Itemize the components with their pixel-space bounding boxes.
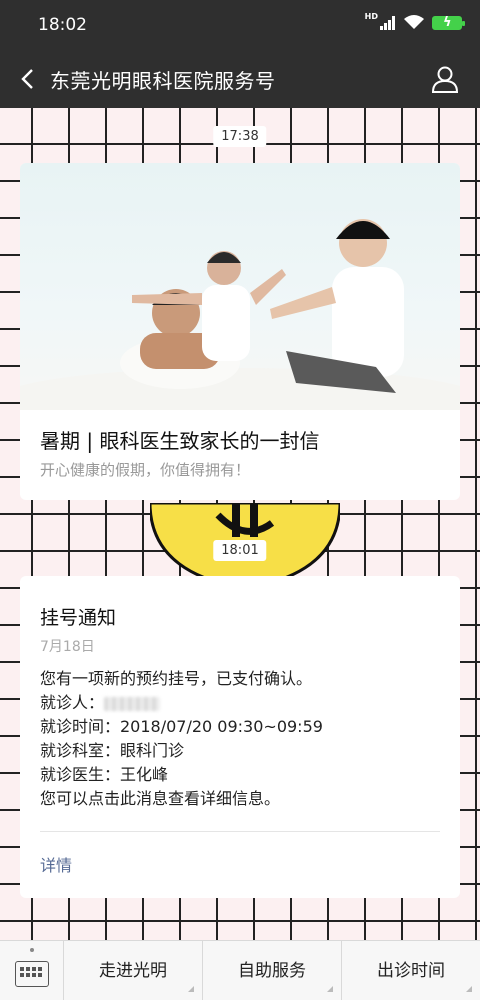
menu-item-schedule[interactable]: 出诊时间 bbox=[342, 941, 480, 1000]
menu-item-self-service[interactable]: 自助服务 bbox=[203, 941, 342, 1000]
appointment-notice-card[interactable]: 挂号通知 7月18日 您有一项新的预约挂号，已支付确认。 就诊人： 就诊时间：2… bbox=[20, 576, 460, 898]
menu-label: 走进光明 bbox=[99, 961, 167, 981]
keyboard-toggle-button[interactable] bbox=[0, 941, 64, 1000]
page-title: 东莞光明眼科医院服务号 bbox=[50, 69, 276, 93]
notice-title: 挂号通知 bbox=[40, 607, 117, 629]
signal-icon bbox=[380, 15, 395, 30]
status-icons: HD ϟ bbox=[364, 12, 465, 30]
indicator-dot bbox=[30, 948, 34, 952]
notice-body: 您有一项新的预约挂号，已支付确认。 就诊人： 就诊时间：2018/07/20 0… bbox=[40, 667, 323, 811]
menu-label: 出诊时间 bbox=[377, 961, 445, 981]
appointment-time-line: 就诊时间：2018/07/20 09:30~09:59 bbox=[40, 717, 323, 736]
submenu-indicator-icon bbox=[188, 986, 194, 992]
hint-line: 您可以点击此消息查看详细信息。 bbox=[40, 789, 281, 808]
blurred-patient-name bbox=[104, 696, 161, 711]
menu-label: 自助服务 bbox=[238, 961, 306, 981]
menu-item-about[interactable]: 走进光明 bbox=[64, 941, 203, 1000]
notice-date: 7月18日 bbox=[40, 639, 95, 655]
bottom-menu-bar: 走进光明 自助服务 出诊时间 bbox=[0, 940, 480, 1000]
details-link[interactable]: 详情 bbox=[40, 852, 72, 876]
article-cover-image bbox=[20, 163, 460, 410]
nav-bar: 东莞光明眼科医院服务号 bbox=[0, 52, 480, 108]
patient-label: 就诊人： bbox=[40, 693, 105, 712]
submenu-indicator-icon bbox=[466, 986, 472, 992]
battery-icon: ϟ bbox=[432, 15, 465, 30]
chat-area[interactable]: 17:38 暑期 | 眼科医生致家长的一封信 开心健康的假期，你值得拥有！ 18… bbox=[0, 108, 480, 940]
back-arrow-icon[interactable] bbox=[16, 64, 40, 94]
profile-icon[interactable] bbox=[430, 64, 460, 94]
article-subtitle: 开心健康的假期，你值得拥有！ bbox=[40, 461, 251, 479]
submenu-indicator-icon bbox=[327, 986, 333, 992]
message-timestamp: 17:38 bbox=[213, 126, 267, 147]
message-timestamp: 18:01 bbox=[213, 540, 267, 561]
department-line: 就诊科室：眼科门诊 bbox=[40, 741, 185, 760]
article-title: 暑期 | 眼科医生致家长的一封信 bbox=[40, 429, 320, 453]
status-bar: 18:02 HD ϟ bbox=[0, 0, 480, 52]
notice-line: 您有一项新的预约挂号，已支付确认。 bbox=[40, 669, 313, 688]
wifi-icon bbox=[404, 15, 424, 29]
status-time: 18:02 bbox=[38, 15, 87, 35]
divider bbox=[40, 831, 440, 832]
network-type-label: HD bbox=[364, 12, 378, 21]
article-card[interactable]: 暑期 | 眼科医生致家长的一封信 开心健康的假期，你值得拥有！ bbox=[20, 163, 460, 500]
patient-line: 就诊人： bbox=[40, 691, 323, 715]
doctor-line: 就诊医生：王化峰 bbox=[40, 765, 169, 784]
